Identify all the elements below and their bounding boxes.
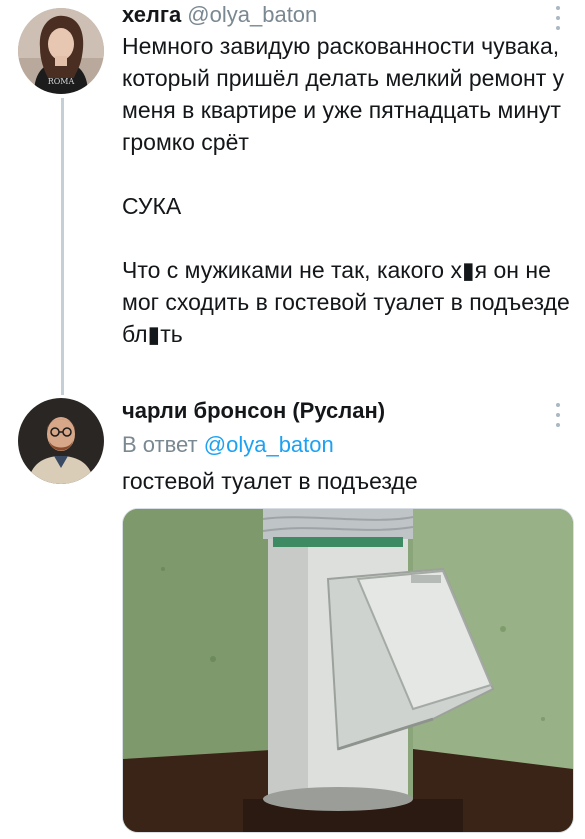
reply-mention-link[interactable]: @olya_baton [204,432,334,457]
author-name[interactable]: чарли бронсон (Руслан) [122,398,385,423]
avatar[interactable]: ROMA [18,8,104,94]
tweet-reply[interactable]: чарли бронсон (Руслан) В ответ @olya_bat… [0,395,585,839]
thread-connector-line [61,98,64,395]
avatar[interactable] [18,398,104,484]
author-handle[interactable]: @olya_baton [187,2,317,27]
tweet-text: гостевой туалет в подъезде [122,465,572,497]
author-name[interactable]: хелга [122,2,181,27]
svg-text:ROMA: ROMA [48,77,75,86]
more-vertical-icon[interactable] [555,6,561,30]
reply-context: В ответ @olya_baton [122,432,334,458]
tweet-original[interactable]: ROMA хелга @olya_baton Немного завидую ра… [0,0,585,395]
tweet-paragraph: Немного завидую раскованности чувака, ко… [122,33,565,155]
more-vertical-icon[interactable] [555,403,561,427]
reply-prefix: В ответ [122,432,198,457]
tweet-header: чарли бронсон (Руслан) [122,398,385,424]
tweet-header: хелга @olya_baton [122,2,317,28]
tweet-paragraph: Что с мужиками не так, какого х▮я он не … [122,257,570,347]
garbage-chute-photo [123,509,573,832]
tweet-text: Немного завидую раскованности чувака, ко… [122,30,572,350]
tweet-media-image[interactable] [122,508,574,833]
tweet-paragraph: гостевой туалет в подъезде [122,468,418,494]
tweet-paragraph: СУКА [122,193,182,219]
